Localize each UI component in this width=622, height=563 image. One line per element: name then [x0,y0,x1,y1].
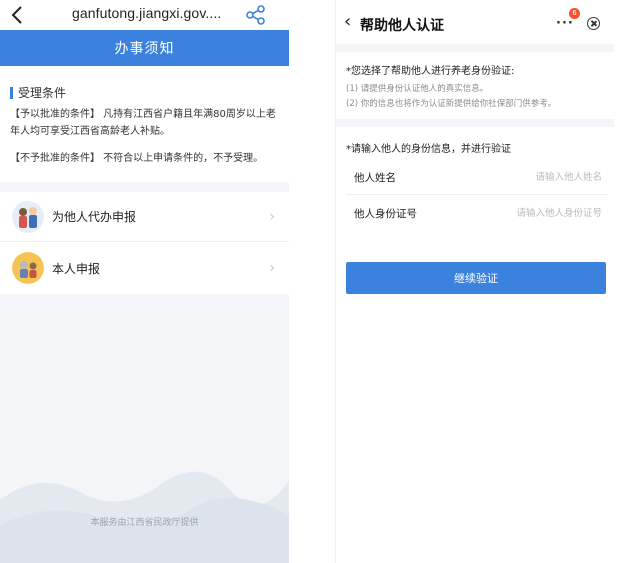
section-separator [336,119,614,127]
approve-conditions-text: 【予以批准的条件】 凡持有江西省户籍且年满80周岁以上老年人均可享受江西省高龄老… [10,109,276,137]
notice-line: (2) 你的信息也将作为认证新提供给你社保部门供参考。 [346,99,557,109]
chevron-right-icon: › [269,260,275,276]
name-label: 他人姓名 [354,172,396,184]
mountain-background-art [0,471,289,563]
back-chevron-icon[interactable]: ‹ [344,13,351,31]
menu-item-self-apply[interactable]: 本人申报 › [0,243,289,293]
deny-conditions-text: 【不予批准的条件】 不符合以上申请条件的，不予受理。 [10,153,264,164]
conditions-heading-text: 受理条件 [18,86,67,100]
heading-accent-bar [10,86,13,99]
family-avatar-icon [12,200,44,233]
section-separator [336,44,614,52]
chevron-right-icon: › [269,208,275,225]
menu-label-apply-for-others: 为他人代办申报 [52,210,137,224]
name-row: 他人姓名 [346,159,608,195]
browser-top-bar: ganfutong.jiangxi.gov.... [0,0,289,30]
continue-verify-button[interactable]: 继续验证 [346,262,606,294]
form-title: *请输入他人的身份信息，并进行验证 [346,144,511,155]
notification-badge: 6 [569,8,580,19]
share-icon[interactable] [245,4,267,26]
menu-label-self-apply: 本人申报 [52,261,101,276]
id-number-label: 他人身份证号 [354,208,417,220]
verification-notice: *您选择了帮助他人进行养老身份验证: (1) 请提供身份认证他人的真实信息。 (… [336,52,614,119]
apply-menu: 为他人代办申报 › 本人申报 › [0,192,289,294]
service-provider-footer: 本服务由江西省民政厅提供 [90,518,199,528]
notice-line: (1) 请提供身份认证他人的真实信息。 [346,84,489,94]
menu-item-apply-for-others[interactable]: 为他人代办申报 › [0,192,289,242]
name-input[interactable] [482,166,602,188]
notice-title: *您选择了帮助他人进行养老身份验证: [346,66,515,77]
id-number-row: 他人身份证号 [346,195,608,231]
page-title: 帮助他人认证 [360,18,444,34]
screen-divider [289,0,335,563]
conditions-card: 受理条件 【予以批准的条件】 凡持有江西省户籍且年满80周岁以上老年人均可享受江… [0,66,289,182]
left-screen: ganfutong.jiangxi.gov.... 办事须知 受理条件 【予以批… [0,0,289,563]
banner-title: 办事须知 [0,30,289,66]
right-margin [614,0,622,563]
elder-avatar-icon [12,252,44,284]
mini-program-top-bar: ‹ 帮助他人认证 ··· 6 [336,0,614,44]
conditions-heading: 受理条件 [10,84,66,101]
right-screen: ‹ 帮助他人认证 ··· 6 *您选择了帮助他人进行养老身份验证: (1) 请提… [335,0,614,563]
id-number-input[interactable] [482,202,602,224]
identity-form: *请输入他人的身份信息，并进行验证 他人姓名 他人身份证号 [336,127,614,237]
back-icon[interactable] [6,3,28,27]
page-url: ganfutong.jiangxi.gov.... [72,5,222,21]
close-icon[interactable] [587,17,600,30]
